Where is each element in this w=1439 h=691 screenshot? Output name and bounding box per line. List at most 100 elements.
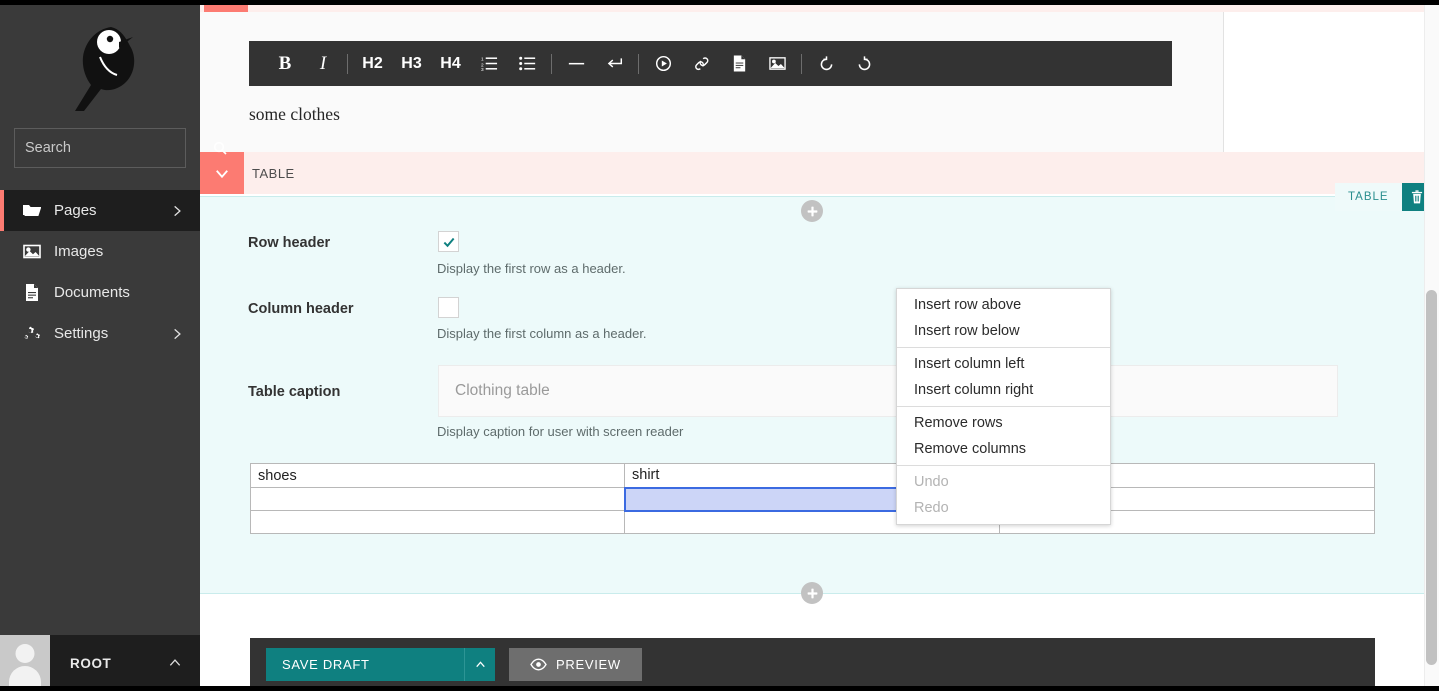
horizontal-rule-button[interactable]	[557, 41, 595, 86]
link-button[interactable]	[682, 41, 720, 86]
trash-icon	[1411, 190, 1422, 204]
table-cell[interactable]	[250, 487, 625, 511]
redo-icon	[858, 56, 870, 71]
redo-button[interactable]	[845, 41, 883, 86]
preview-label: PREVIEW	[556, 657, 621, 672]
search-box[interactable]	[14, 128, 227, 168]
row-header-help: Display the first row as a header.	[437, 261, 626, 276]
table-block-body: Row header Display the first row as a he…	[200, 196, 1424, 594]
menu-item-redo: Redo	[914, 500, 949, 516]
rich-text-toolbar: B I H2 H3 H4 1 2 3	[249, 41, 1172, 86]
table-row[interactable]	[250, 486, 1375, 512]
document-icon	[733, 55, 745, 72]
table-cell[interactable]	[250, 510, 625, 534]
save-draft-button[interactable]: SAVE DRAFT	[266, 648, 495, 681]
action-bar: SAVE DRAFT PREVIEW	[250, 638, 1375, 691]
menu-item-insert-column-right[interactable]: Insert column right	[897, 377, 1110, 403]
menu-item-insert-row-above[interactable]: Insert row above	[897, 292, 1110, 318]
delete-block-button[interactable]	[1401, 183, 1424, 211]
sidebar-item-label: Images	[54, 243, 104, 260]
table-block-header: TABLE	[200, 152, 1424, 194]
column-header-checkbox[interactable]	[438, 297, 459, 318]
insert-image-button[interactable]	[758, 41, 796, 86]
user-name: ROOT	[70, 655, 112, 671]
menu-item-undo: Undo	[914, 474, 949, 490]
eye-icon	[530, 658, 547, 671]
insert-document-button[interactable]	[720, 41, 758, 86]
app-logo[interactable]	[0, 0, 200, 128]
window-top-edge	[0, 0, 1439, 5]
sidebar-item-images[interactable]: Images	[0, 231, 200, 272]
table-context-menu[interactable]: Insert row above Insert row below Insert…	[896, 288, 1111, 525]
sidebar-item-pages[interactable]: Pages	[0, 190, 200, 231]
side-panel	[1223, 12, 1424, 152]
italic-button[interactable]: I	[304, 41, 342, 86]
block-type-chip: TABLE	[1335, 183, 1424, 211]
add-block-below-button[interactable]	[801, 582, 823, 604]
block-title: TABLE	[252, 165, 295, 181]
menu-divider	[897, 465, 1110, 466]
sidebar-nav: Pages Images Documents Settings	[0, 190, 200, 354]
editor-body-text[interactable]: some clothes	[249, 104, 340, 125]
image-icon	[768, 57, 786, 70]
svg-text:1: 1	[481, 57, 484, 63]
heading3-button[interactable]: H3	[392, 41, 431, 86]
sidebar-item-settings[interactable]: Settings	[0, 313, 200, 354]
main-content: B I H2 H3 H4 1 2 3 some clothes TABLE TA…	[200, 0, 1424, 691]
save-options-button[interactable]	[464, 648, 495, 681]
page-scrollbar-thumb[interactable]	[1426, 290, 1437, 665]
bold-button[interactable]: B	[266, 41, 304, 86]
row-header-label: Row header	[248, 235, 331, 251]
unordered-list-icon	[518, 56, 535, 71]
sidebar: Pages Images Documents	[0, 0, 227, 691]
chevron-right-icon	[174, 205, 181, 216]
video-icon	[655, 55, 671, 72]
column-header-help: Display the first column as a header.	[437, 326, 647, 341]
search-input[interactable]	[25, 140, 212, 156]
table-cell[interactable]: shoes	[250, 463, 625, 488]
toolbar-divider	[551, 53, 552, 74]
rich-text-block: B I H2 H3 H4 1 2 3 some clothes	[200, 12, 1223, 152]
heading4-button[interactable]: H4	[431, 41, 470, 86]
unordered-list-button[interactable]	[508, 41, 546, 86]
line-break-button[interactable]	[595, 41, 633, 86]
table-row[interactable]: shoes shirt pants	[250, 463, 1375, 488]
sidebar-item-label: Settings	[54, 325, 109, 342]
save-draft-label: SAVE DRAFT	[282, 657, 370, 672]
menu-divider	[897, 347, 1110, 348]
sidebar-item-label: Documents	[54, 284, 130, 301]
undo-icon	[820, 56, 832, 71]
chevron-down-icon	[216, 170, 228, 179]
table-row[interactable]	[250, 510, 1375, 534]
collapse-block-button[interactable]	[200, 152, 244, 194]
toolbar-divider	[801, 53, 802, 74]
window-bottom-edge	[0, 686, 1439, 691]
video-button[interactable]	[644, 41, 682, 86]
table-caption-help: Display caption for user with screen rea…	[437, 424, 684, 439]
horizontal-rule-icon	[568, 62, 584, 65]
add-block-above-button[interactable]	[801, 200, 823, 222]
gears-icon	[22, 325, 42, 343]
svg-text:3: 3	[481, 67, 484, 72]
sidebar-item-label: Pages	[54, 202, 97, 219]
sidebar-item-documents[interactable]: Documents	[0, 272, 200, 313]
checkmark-icon	[443, 237, 454, 247]
heading2-button[interactable]: H2	[353, 41, 392, 86]
table-caption-input[interactable]	[438, 365, 1338, 417]
plus-icon	[807, 206, 817, 216]
preview-button[interactable]: PREVIEW	[509, 648, 642, 681]
undo-button[interactable]	[807, 41, 845, 86]
bird-logo-icon	[75, 27, 135, 111]
menu-item-insert-column-left[interactable]: Insert column left	[897, 351, 1110, 377]
menu-item-insert-row-below[interactable]: Insert row below	[897, 318, 1110, 344]
document-icon	[22, 284, 42, 302]
link-icon	[694, 57, 708, 71]
folder-icon	[22, 202, 42, 220]
page-scrollbar-track[interactable]	[1424, 0, 1439, 691]
user-menu[interactable]: ROOT	[0, 635, 200, 691]
ordered-list-button[interactable]: 1 2 3	[470, 41, 508, 86]
data-table[interactable]: shoes shirt pants	[250, 463, 1375, 534]
menu-item-remove-columns[interactable]: Remove columns	[897, 436, 1110, 462]
menu-item-remove-rows[interactable]: Remove rows	[897, 410, 1110, 436]
row-header-checkbox[interactable]	[438, 231, 459, 252]
